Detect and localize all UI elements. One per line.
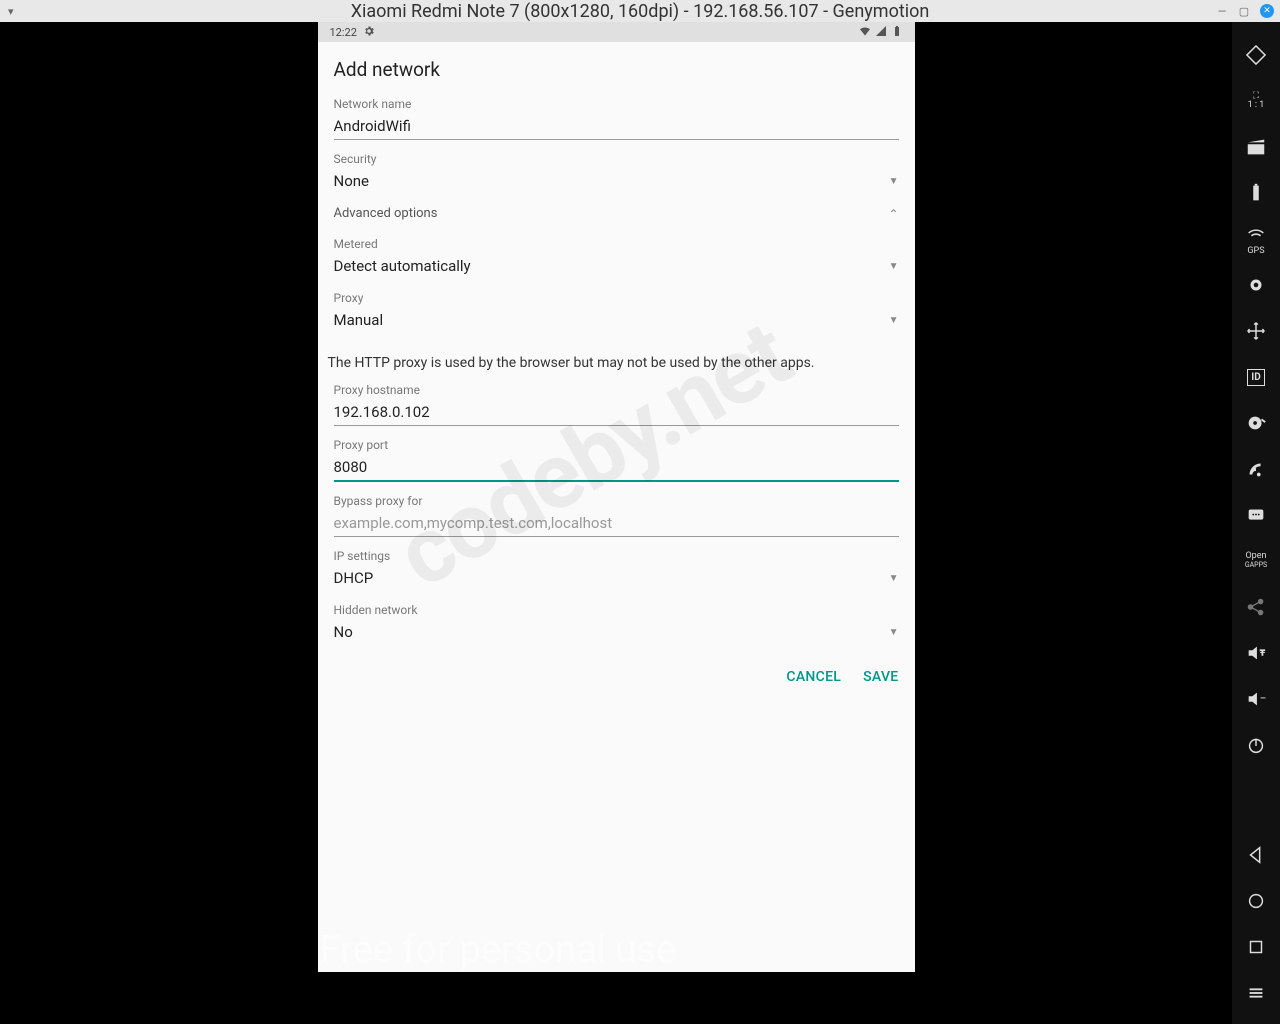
opengapps-icon[interactable]: OpenGAPPS <box>1232 538 1280 584</box>
security-label: Security <box>334 152 899 166</box>
proxy-info-text: The HTTP proxy is used by the browser bu… <box>328 355 899 371</box>
share-icon[interactable] <box>1232 584 1280 630</box>
titlebar-menu-dropdown[interactable]: ▾ <box>8 5 14 18</box>
clapper-icon[interactable] <box>1232 124 1280 170</box>
cancel-button[interactable]: CANCEL <box>786 669 841 685</box>
genymotion-toolbar: ⛶1 : 1 GPS ID OpenGAPPS + − <box>1232 22 1280 1024</box>
chevron-up-icon: ⌃ <box>888 207 898 221</box>
chevron-down-icon: ▼ <box>889 176 899 187</box>
status-time: 12:22 <box>330 26 357 39</box>
network-name-label: Network name <box>334 97 899 111</box>
minimize-button[interactable]: — <box>1216 5 1228 17</box>
volume-up-icon[interactable]: + <box>1232 630 1280 676</box>
wifi-icon <box>859 25 871 40</box>
security-value: None <box>334 172 370 190</box>
disk-icon[interactable] <box>1232 400 1280 446</box>
svg-text:−: − <box>1260 691 1267 705</box>
titlebar: ▾ Xiaomi Redmi Note 7 (800x1280, 160dpi)… <box>0 0 1280 22</box>
status-bar: 12:22 <box>318 22 915 42</box>
nav-recent-icon[interactable] <box>1232 924 1280 970</box>
bypass-label: Bypass proxy for <box>334 494 899 508</box>
chevron-down-icon: ▼ <box>889 573 899 584</box>
battery-icon <box>891 25 903 40</box>
signal-icon <box>875 25 887 40</box>
window-title: Xiaomi Redmi Note 7 (800x1280, 160dpi) -… <box>351 1 930 22</box>
nav-menu-icon[interactable] <box>1232 970 1280 1016</box>
ip-settings-value: DHCP <box>334 569 374 587</box>
advanced-options-toggle[interactable]: Advanced options ⌃ <box>334 194 899 225</box>
device-area: 12:22 Add network Network name Security … <box>0 22 1232 1024</box>
watermark-bottom: Free for personal use <box>318 928 915 972</box>
security-select[interactable]: None ▼ <box>334 166 899 194</box>
add-network-form: Add network Network name Security None ▼… <box>318 42 915 697</box>
chevron-down-icon: ▼ <box>889 627 899 638</box>
dialog-actions: CANCEL SAVE <box>334 645 899 697</box>
proxy-value: Manual <box>334 311 384 329</box>
advanced-options-label: Advanced options <box>334 206 438 221</box>
proxy-host-label: Proxy hostname <box>334 383 899 397</box>
hidden-network-value: No <box>334 623 353 641</box>
proxy-host-input[interactable] <box>334 397 899 426</box>
chevron-down-icon: ▼ <box>889 315 899 326</box>
sms-icon[interactable] <box>1232 492 1280 538</box>
metered-value: Detect automatically <box>334 257 471 275</box>
move-icon[interactable] <box>1232 308 1280 354</box>
settings-icon <box>363 25 375 40</box>
proxy-label: Proxy <box>334 291 899 305</box>
rotate-icon[interactable] <box>1232 32 1280 78</box>
hidden-network-select[interactable]: No ▼ <box>334 617 899 645</box>
metered-label: Metered <box>334 237 899 251</box>
page-title: Add network <box>334 52 899 85</box>
battery-tool-icon[interactable] <box>1232 170 1280 216</box>
proxy-port-input[interactable] <box>334 452 899 482</box>
volume-down-icon[interactable]: − <box>1232 676 1280 722</box>
ip-settings-select[interactable]: DHCP ▼ <box>334 563 899 591</box>
network-name-input[interactable] <box>334 111 899 140</box>
save-button[interactable]: SAVE <box>863 669 898 685</box>
svg-text:+: + <box>1260 648 1266 659</box>
hidden-network-label: Hidden network <box>334 603 899 617</box>
ip-settings-label: IP settings <box>334 549 899 563</box>
id-tool-icon[interactable]: ID <box>1232 354 1280 400</box>
gps-tool-icon[interactable]: GPS <box>1232 216 1280 262</box>
nav-home-icon[interactable] <box>1232 878 1280 924</box>
power-icon[interactable] <box>1232 722 1280 768</box>
proxy-port-label: Proxy port <box>334 438 899 452</box>
camera-icon[interactable] <box>1232 262 1280 308</box>
network-icon[interactable] <box>1232 446 1280 492</box>
scale-button[interactable]: ⛶1 : 1 <box>1232 78 1280 124</box>
device-screen: 12:22 Add network Network name Security … <box>318 22 915 972</box>
nav-back-icon[interactable] <box>1232 832 1280 878</box>
proxy-select[interactable]: Manual ▼ <box>334 305 899 333</box>
close-button[interactable]: ✕ <box>1260 4 1274 18</box>
maximize-button[interactable]: ▢ <box>1238 5 1250 17</box>
window-controls: — ▢ ✕ <box>1216 4 1274 18</box>
bypass-input[interactable] <box>334 508 899 537</box>
chevron-down-icon: ▼ <box>889 261 899 272</box>
metered-select[interactable]: Detect automatically ▼ <box>334 251 899 279</box>
